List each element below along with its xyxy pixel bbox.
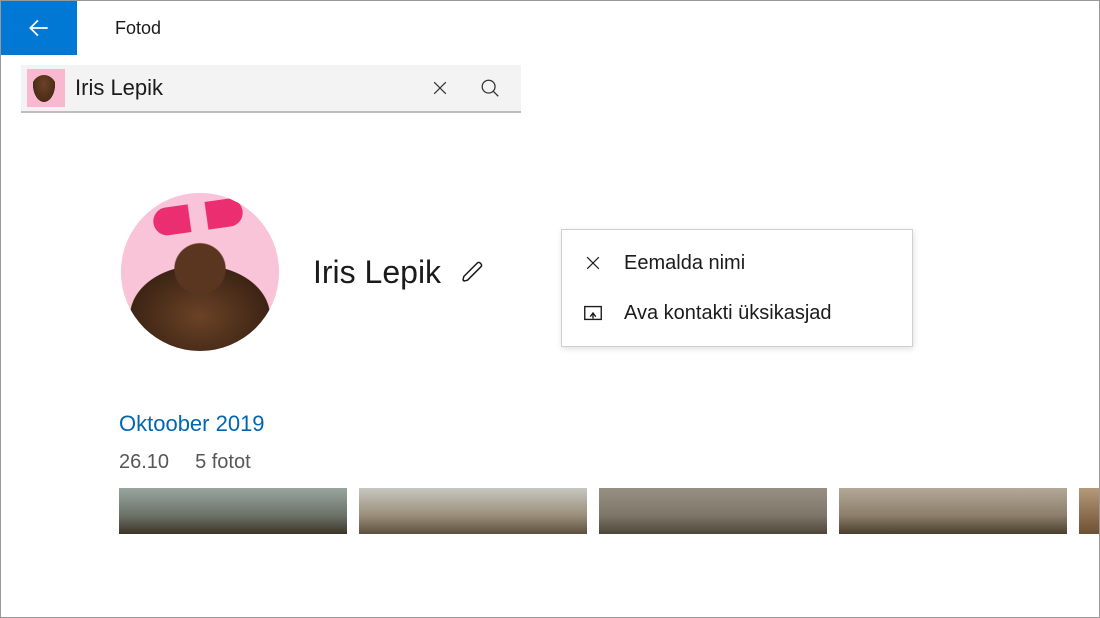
menu-item-label: Eemalda nimi xyxy=(624,252,745,275)
pencil-icon xyxy=(461,260,485,284)
app-header: Fotod xyxy=(1,1,1099,55)
back-button[interactable] xyxy=(1,1,77,55)
arrow-left-icon xyxy=(26,15,52,41)
search-input[interactable]: Iris Lepik xyxy=(75,75,415,101)
profile-avatar[interactable] xyxy=(121,193,279,351)
menu-item-label: Ava kontakti üksikasjad xyxy=(624,302,832,325)
context-menu: Eemalda nimi Ava kontakti üksikasjad xyxy=(561,229,913,347)
edit-name-button[interactable] xyxy=(455,254,491,290)
close-icon xyxy=(580,250,606,276)
profile-name-wrap: Iris Lepik xyxy=(313,254,491,291)
clear-search-button[interactable] xyxy=(415,64,465,112)
close-icon xyxy=(430,78,450,98)
avatar-image xyxy=(121,193,279,351)
avatar-image xyxy=(27,69,65,107)
photo-thumbnail[interactable] xyxy=(599,488,827,534)
open-contact-icon xyxy=(580,300,606,326)
search-bar-container: Iris Lepik xyxy=(21,65,521,113)
profile-name: Iris Lepik xyxy=(313,254,441,291)
search-bar[interactable]: Iris Lepik xyxy=(21,65,521,113)
search-icon xyxy=(479,77,501,99)
timeline-section: Oktoober 2019 26.10 5 fotot xyxy=(119,411,1099,474)
photo-thumbnail[interactable] xyxy=(359,488,587,534)
day-row: 26.10 5 fotot xyxy=(119,451,1099,474)
menu-item-remove-name[interactable]: Eemalda nimi xyxy=(562,238,912,288)
photo-thumbnail[interactable] xyxy=(1079,488,1099,534)
thumbnail-row xyxy=(119,488,1099,534)
month-heading[interactable]: Oktoober 2019 xyxy=(119,411,1099,437)
photo-thumbnail[interactable] xyxy=(119,488,347,534)
day-label: 26.10 xyxy=(119,451,169,474)
search-avatar xyxy=(27,69,65,107)
photo-thumbnail[interactable] xyxy=(839,488,1067,534)
app-title: Fotod xyxy=(115,18,161,39)
search-button[interactable] xyxy=(465,64,515,112)
photo-count: 5 fotot xyxy=(195,451,251,474)
menu-item-open-contact[interactable]: Ava kontakti üksikasjad xyxy=(562,288,912,338)
